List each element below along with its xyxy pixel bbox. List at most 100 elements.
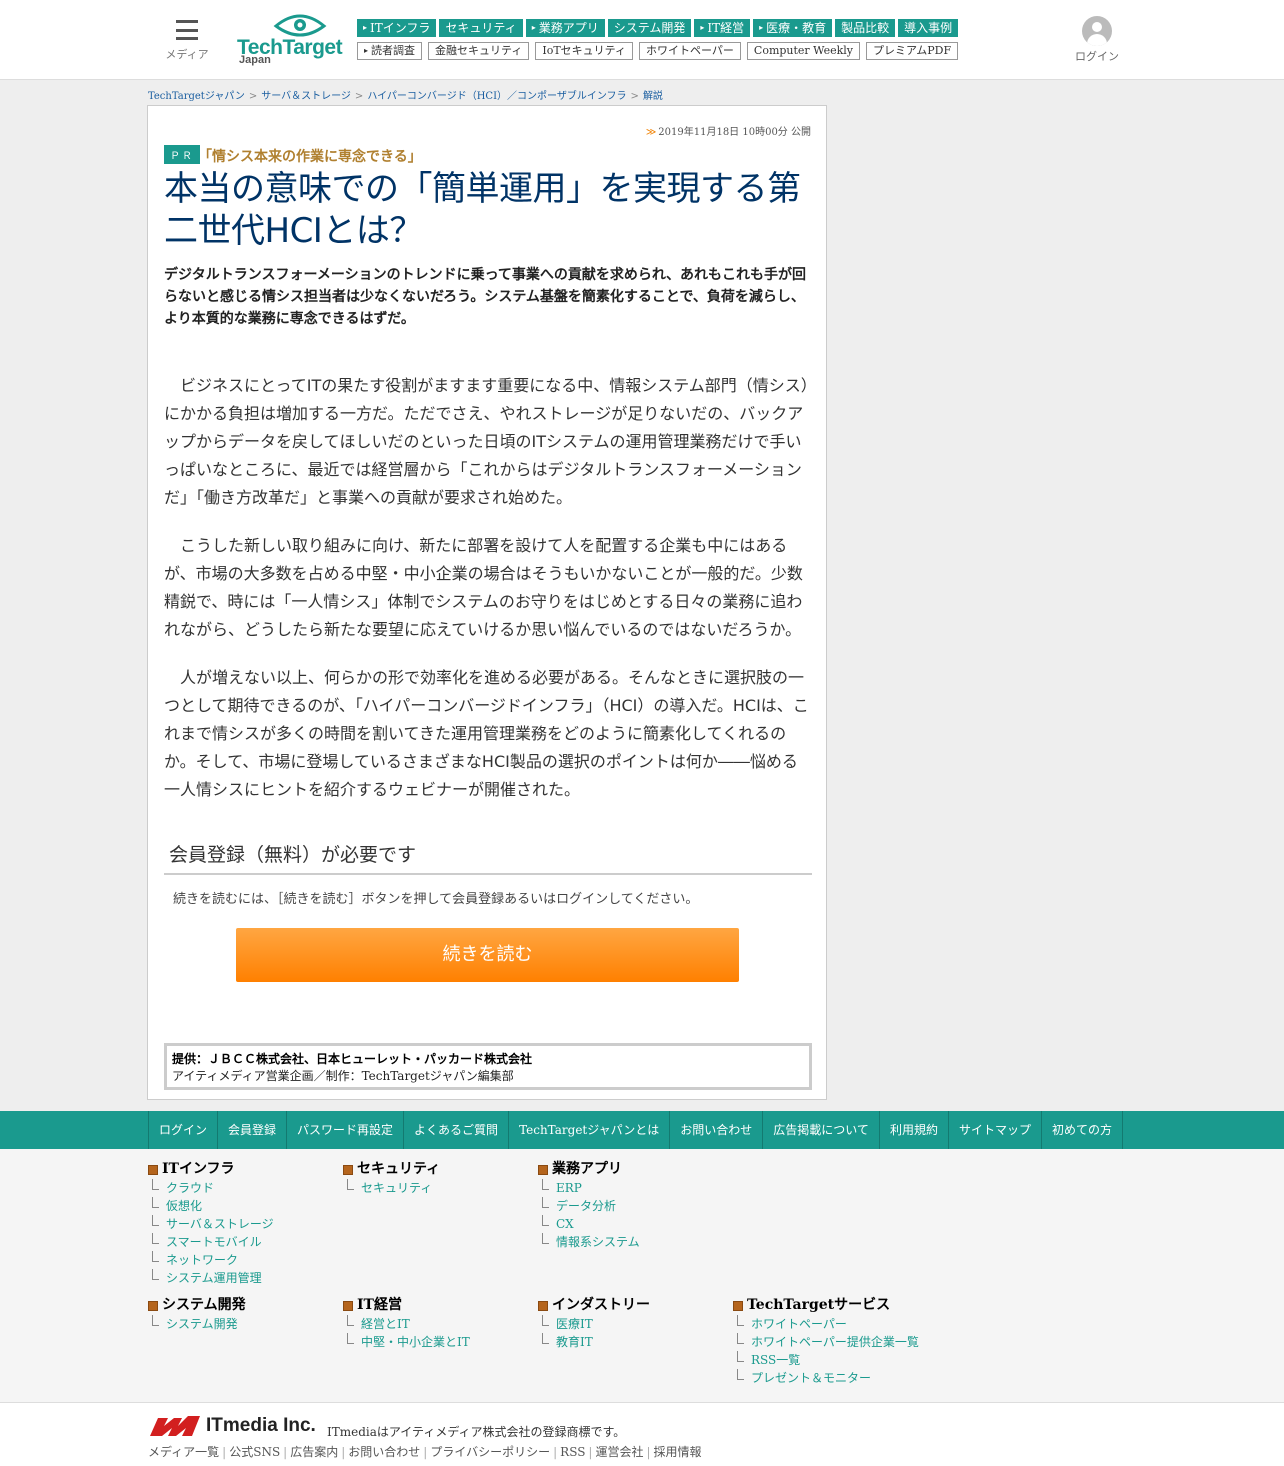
- nav-item-label: 業務アプリ: [538, 21, 599, 35]
- sitemap-links: 医療IT 教育IT: [542, 1315, 650, 1351]
- itmedia-logo[interactable]: ITmedia Inc.: [148, 1413, 316, 1439]
- sitemap-link[interactable]: クラウド: [152, 1179, 274, 1197]
- footer-link[interactable]: お問い合わせ: [348, 1445, 420, 1459]
- media-menu-button[interactable]: メディア: [165, 20, 209, 62]
- sitemap-link[interactable]: ホワイトペーパー: [737, 1315, 919, 1333]
- bullet-icon: ▸: [363, 23, 368, 32]
- nav-item[interactable]: ▸ 業務アプリ: [525, 19, 605, 37]
- footer-nav-item[interactable]: TechTargetジャパンとは: [509, 1111, 671, 1149]
- sitemap-heading[interactable]: システム開発: [148, 1295, 246, 1315]
- site-header: メディア TechTarget Japan ▸ ITインフラ セキュリティ ▸ 業務アプ…: [0, 0, 1284, 80]
- nav-item[interactable]: 導入事例: [898, 19, 959, 37]
- nav-item[interactable]: ▸ ITインフラ: [357, 19, 437, 37]
- nav-item[interactable]: 製品比較: [835, 19, 896, 37]
- sitemap-link[interactable]: ERP: [542, 1179, 640, 1197]
- bottom-links: メディア一覧 | 公式SNS | 広告案内 | お問い合わせ | プライバシーポリシー | RSS |…: [148, 1443, 702, 1460]
- itmedia-logo-text: ITmedia Inc.: [206, 1415, 316, 1436]
- sitemap-link[interactable]: プレゼント＆モニター: [737, 1369, 919, 1387]
- footer-nav-item[interactable]: パスワード再設定: [287, 1111, 405, 1149]
- nav-item-label: ITインフラ: [370, 21, 431, 35]
- sitemap-link[interactable]: システム開発: [152, 1315, 246, 1333]
- sitemap-link[interactable]: ホワイトペーパー提供企業一覧: [737, 1333, 919, 1351]
- login-label: ログイン: [1075, 50, 1119, 63]
- bullet-icon: ▸: [759, 23, 764, 32]
- sitemap-link[interactable]: システム運用管理: [152, 1269, 274, 1287]
- sitemap-link[interactable]: スマートモバイル: [152, 1233, 274, 1251]
- footer-nav-item[interactable]: 初めての方: [1042, 1111, 1123, 1149]
- footer-link[interactable]: 運営会社: [595, 1445, 643, 1459]
- sitemap-heading[interactable]: 業務アプリ: [538, 1159, 640, 1179]
- breadcrumb-link[interactable]: 解説: [643, 91, 663, 102]
- sitemap-heading[interactable]: ITインフラ: [148, 1159, 274, 1179]
- link-separator: |: [646, 1445, 651, 1459]
- nav-item[interactable]: システム開発: [607, 19, 692, 37]
- pr-badge: ＰＲ: [164, 145, 200, 164]
- sitemap-link[interactable]: RSS一覧: [737, 1351, 919, 1369]
- subnav-item[interactable]: Computer Weekly: [746, 42, 861, 60]
- sitemap: ITインフラ クラウド 仮想化 サーバ＆ストレージ スマートモバイル ネットワーク システム…: [0, 1149, 1284, 1402]
- footer-link[interactable]: 広告案内: [290, 1445, 338, 1459]
- subnav-item[interactable]: ホワイトペーパー: [639, 42, 741, 60]
- breadcrumb-link[interactable]: TechTargetジャパン: [148, 91, 245, 102]
- sitemap-link[interactable]: データ分析: [542, 1197, 640, 1215]
- sitemap-links: ERP データ分析 CX 情報系システム: [542, 1179, 640, 1251]
- nav-item-label: 導入事例: [904, 21, 953, 35]
- breadcrumb-separator: >: [630, 91, 639, 102]
- registration-note: 続きを読むには、［続きを読む］ボタンを押して会員登録あるいはログインしてください…: [173, 892, 699, 907]
- itmedia-mark-icon: [150, 1416, 200, 1436]
- sitemap-heading[interactable]: インダストリー: [538, 1295, 650, 1315]
- footer-link[interactable]: メディア一覧: [148, 1445, 219, 1459]
- sitemap-link[interactable]: 経営とIT: [347, 1315, 470, 1333]
- breadcrumb-separator: >: [354, 91, 364, 102]
- subnav-item-label: プレミアムPDF: [873, 44, 952, 57]
- nav-item[interactable]: セキュリティ: [439, 19, 523, 37]
- breadcrumb-link[interactable]: ハイパーコンバージド（HCI）／コンポーザブルインフラ: [367, 91, 626, 102]
- subnav-item[interactable]: プレミアムPDF: [866, 42, 959, 60]
- sponsor-box: 提供：ＪＢＣＣ株式会社、日本ヒューレット・パッカード株式会社 アイティメディア営…: [164, 1043, 812, 1090]
- subnav-item[interactable]: ▸ 読者調査: [357, 42, 423, 60]
- login-button[interactable]: ログイン: [1072, 16, 1122, 64]
- breadcrumb-link[interactable]: サーバ＆ストレージ: [261, 91, 351, 102]
- sitemap-heading[interactable]: IT経営: [343, 1295, 470, 1315]
- sitemap-heading[interactable]: セキュリティ: [343, 1159, 440, 1179]
- footer-nav-item[interactable]: ログイン: [148, 1111, 219, 1149]
- read-more-button[interactable]: 続きを読む: [236, 928, 739, 982]
- sitemap-link[interactable]: サーバ＆ストレージ: [152, 1215, 274, 1233]
- sitemap-column: システム開発 システム開発: [148, 1295, 246, 1333]
- sitemap-column: 業務アプリ ERP データ分析 CX 情報系システム: [538, 1159, 640, 1251]
- sitemap-link[interactable]: セキュリティ: [347, 1179, 440, 1197]
- bullet-icon: ▸: [700, 23, 705, 32]
- link-separator: |: [423, 1445, 428, 1459]
- sitemap-link[interactable]: 仮想化: [152, 1197, 274, 1215]
- sitemap-link[interactable]: CX: [542, 1215, 640, 1233]
- sitemap-heading[interactable]: TechTargetサービス: [733, 1295, 919, 1315]
- footer-nav-item[interactable]: 利用規約: [880, 1111, 949, 1149]
- footer-nav-item[interactable]: よくあるご質問: [404, 1111, 510, 1149]
- footer-nav-item[interactable]: サイトマップ: [949, 1111, 1042, 1149]
- article-subtitle: 「情シス本来の作業に専念できる」: [198, 149, 422, 165]
- sitemap-link[interactable]: 教育IT: [542, 1333, 650, 1351]
- footer-nav-item[interactable]: お問い合わせ: [670, 1111, 764, 1149]
- sponsor-line: 提供：ＪＢＣＣ株式会社、日本ヒューレット・パッカード株式会社: [172, 1052, 533, 1066]
- nav-item[interactable]: ▸ 医療・教育: [753, 19, 833, 37]
- footer-link[interactable]: プライバシーポリシー: [430, 1445, 550, 1459]
- subnav-item[interactable]: 金融セキュリティ: [428, 42, 530, 60]
- footer-link[interactable]: 採用情報: [654, 1445, 702, 1459]
- techtarget-logo[interactable]: TechTarget Japan: [237, 12, 343, 70]
- footer-link[interactable]: RSS: [560, 1445, 585, 1459]
- footer-link[interactable]: 公式SNS: [229, 1445, 280, 1459]
- sitemap-column: ITインフラ クラウド 仮想化 サーバ＆ストレージ スマートモバイル ネットワーク システム…: [148, 1159, 274, 1287]
- nav-item-label: 製品比較: [841, 21, 890, 35]
- user-avatar-icon: [1082, 16, 1112, 46]
- nav-item[interactable]: ▸ IT経営: [694, 19, 751, 37]
- sitemap-link[interactable]: 医療IT: [542, 1315, 650, 1333]
- footer-nav-item[interactable]: 会員登録: [218, 1111, 288, 1149]
- sitemap-link[interactable]: 情報系システム: [542, 1233, 640, 1251]
- sitemap-link[interactable]: 中堅・中小企業とIT: [347, 1333, 470, 1351]
- sitemap-link[interactable]: ネットワーク: [152, 1251, 274, 1269]
- footer-nav-item[interactable]: 広告掲載について: [763, 1111, 880, 1149]
- subnav-item[interactable]: IoTセキュリティ: [535, 42, 634, 60]
- sitemap-links: ホワイトペーパー ホワイトペーパー提供企業一覧 RSS一覧 プレゼント＆モニター: [737, 1315, 919, 1387]
- link-separator: |: [283, 1445, 288, 1459]
- subnav-item-label: 読者調査: [371, 44, 416, 57]
